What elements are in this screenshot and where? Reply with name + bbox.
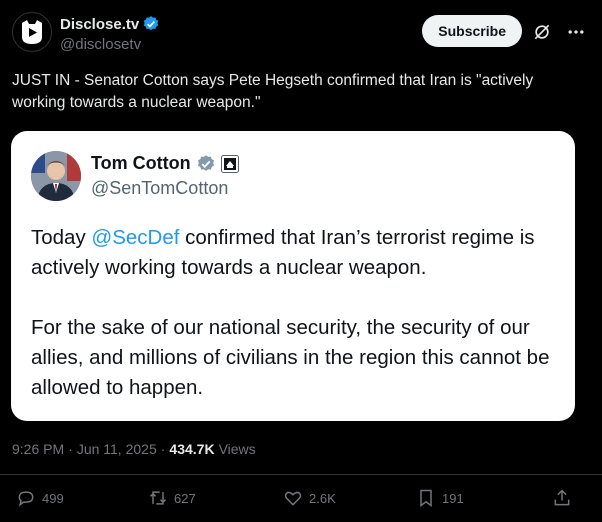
- post-time[interactable]: 9:26 PM: [12, 441, 64, 457]
- meta-separator: ·: [68, 441, 73, 457]
- reply-count: 499: [42, 490, 64, 506]
- reply-icon: [18, 491, 34, 507]
- share-button[interactable]: [552, 488, 572, 508]
- quoted-avatar: [31, 151, 81, 201]
- post-header: Disclose.tv @disclosetv Subscribe: [12, 12, 590, 56]
- repost-icon: [149, 491, 167, 505]
- quoted-author-handle: @SenTomCotton: [91, 178, 229, 198]
- bookmark-button[interactable]: 191: [416, 488, 464, 508]
- like-button[interactable]: 2.6K: [283, 488, 336, 508]
- quoted-author-name: Tom Cotton: [91, 153, 239, 174]
- author-name-text[interactable]: Disclose.tv: [60, 16, 139, 33]
- quoted-paragraph-2: For the sake of our national security, t…: [31, 316, 550, 399]
- divider: [0, 474, 602, 475]
- mention-link: @SecDef: [91, 226, 180, 249]
- quoted-body: Today @SecDef confirmed that Iran’s terr…: [31, 223, 561, 421]
- views-count: 434.7K: [169, 441, 215, 457]
- reply-button[interactable]: 499: [16, 488, 64, 508]
- bookmark-count: 191: [442, 490, 464, 506]
- gov-verified-icon: [197, 154, 214, 171]
- like-count: 2.6K: [309, 490, 336, 506]
- bookmark-icon: [420, 489, 432, 507]
- subscribe-button[interactable]: Subscribe: [422, 15, 522, 47]
- post-meta: 9:26 PM · Jun 11, 2025 · 434.7K Views: [12, 441, 256, 457]
- avatar[interactable]: [12, 12, 52, 52]
- action-bar: 499 627 2.6K 191: [12, 488, 590, 512]
- tweet-text: JUST IN - Senator Cotton says Pete Hegse…: [12, 72, 534, 111]
- grok-icon[interactable]: [532, 22, 552, 42]
- repost-button[interactable]: 627: [148, 488, 196, 508]
- views-label: Views: [218, 441, 256, 457]
- quoted-avatar-photo: [31, 151, 81, 201]
- author-name[interactable]: Disclose.tv: [60, 15, 160, 33]
- meta-separator: ·: [160, 441, 166, 457]
- verified-icon: [144, 16, 159, 31]
- share-icon: [554, 489, 570, 506]
- disclose-logo-icon: [22, 20, 42, 44]
- heart-icon: [284, 491, 302, 506]
- government-badge-icon: [220, 154, 239, 173]
- quoted-paragraph-1: Today @SecDef confirmed that Iran’s terr…: [31, 223, 561, 283]
- quoted-author-name-text: Tom Cotton: [91, 153, 191, 173]
- author-handle[interactable]: @disclosetv: [60, 36, 141, 53]
- repost-count: 627: [174, 490, 196, 506]
- quoted-post-image[interactable]: Tom Cotton @SenTomCotton Today @SecDef c…: [11, 131, 575, 421]
- more-options-icon[interactable]: [566, 22, 586, 42]
- post-date[interactable]: Jun 11, 2025: [77, 441, 157, 457]
- quoted-text-segment: Today: [31, 226, 92, 249]
